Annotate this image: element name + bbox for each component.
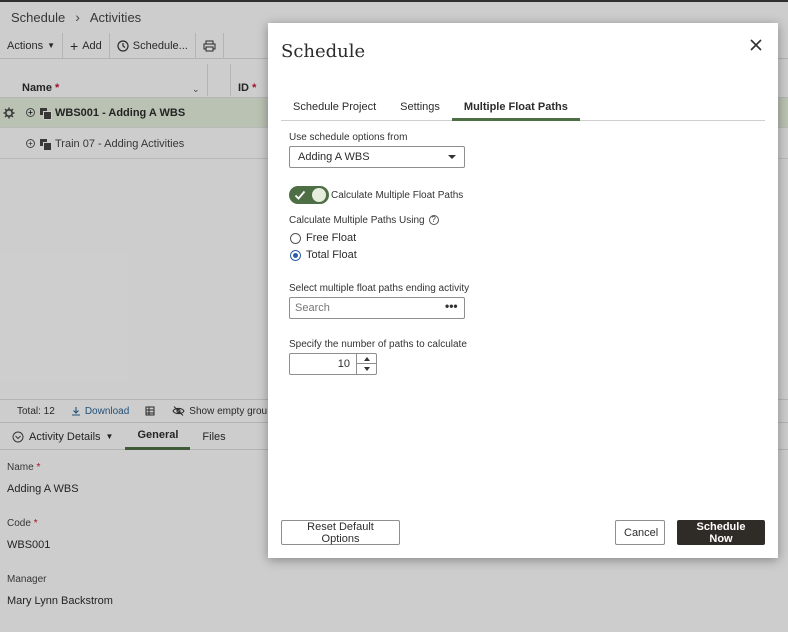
increment-button[interactable] — [356, 354, 376, 364]
decrement-button[interactable] — [356, 364, 376, 374]
tab-settings[interactable]: Settings — [388, 97, 452, 121]
arrow-down-icon — [363, 367, 370, 371]
more-icon[interactable]: ••• — [445, 299, 458, 313]
arrow-up-icon — [363, 356, 370, 361]
num-paths-value: 10 — [337, 358, 350, 370]
close-icon[interactable] — [749, 38, 763, 52]
radio-total-float-label[interactable]: Total Float — [306, 249, 357, 261]
ending-activity-label: Select multiple float paths ending activ… — [289, 283, 470, 294]
use-options-value: Adding A WBS — [298, 151, 370, 163]
schedule-dialog: Schedule Schedule Project Settings Multi… — [268, 23, 778, 558]
use-options-select[interactable]: Adding A WBS — [289, 146, 465, 168]
num-paths-stepper[interactable]: 10 — [289, 353, 377, 375]
caret-down-icon — [448, 155, 456, 159]
schedule-now-button[interactable]: Schedule Now — [677, 520, 765, 545]
reset-default-options-button[interactable]: Reset Default Options — [281, 520, 400, 545]
num-paths-label: Specify the number of paths to calculate — [289, 339, 467, 350]
tab-multiple-float-paths[interactable]: Multiple Float Paths — [451, 97, 580, 121]
dialog-title: Schedule — [281, 41, 366, 62]
tab-schedule-project[interactable]: Schedule Project — [281, 97, 388, 121]
calculate-multiple-float-paths-toggle[interactable] — [289, 186, 329, 204]
check-icon — [294, 190, 306, 200]
help-icon[interactable]: ? — [428, 215, 439, 226]
toggle-knob — [312, 188, 326, 202]
paths-using-label: Calculate Multiple Paths Using? — [289, 215, 439, 226]
radio-total-float[interactable] — [290, 250, 301, 261]
cancel-button[interactable]: Cancel — [615, 520, 665, 545]
radio-free-float-label[interactable]: Free Float — [306, 232, 356, 244]
toggle-label: Calculate Multiple Float Paths — [331, 190, 464, 201]
ending-activity-search-input[interactable] — [289, 297, 465, 319]
dialog-tabs: Schedule Project Settings Multiple Float… — [281, 97, 765, 121]
use-options-label: Use schedule options from — [289, 132, 408, 143]
radio-free-float[interactable] — [290, 233, 301, 244]
